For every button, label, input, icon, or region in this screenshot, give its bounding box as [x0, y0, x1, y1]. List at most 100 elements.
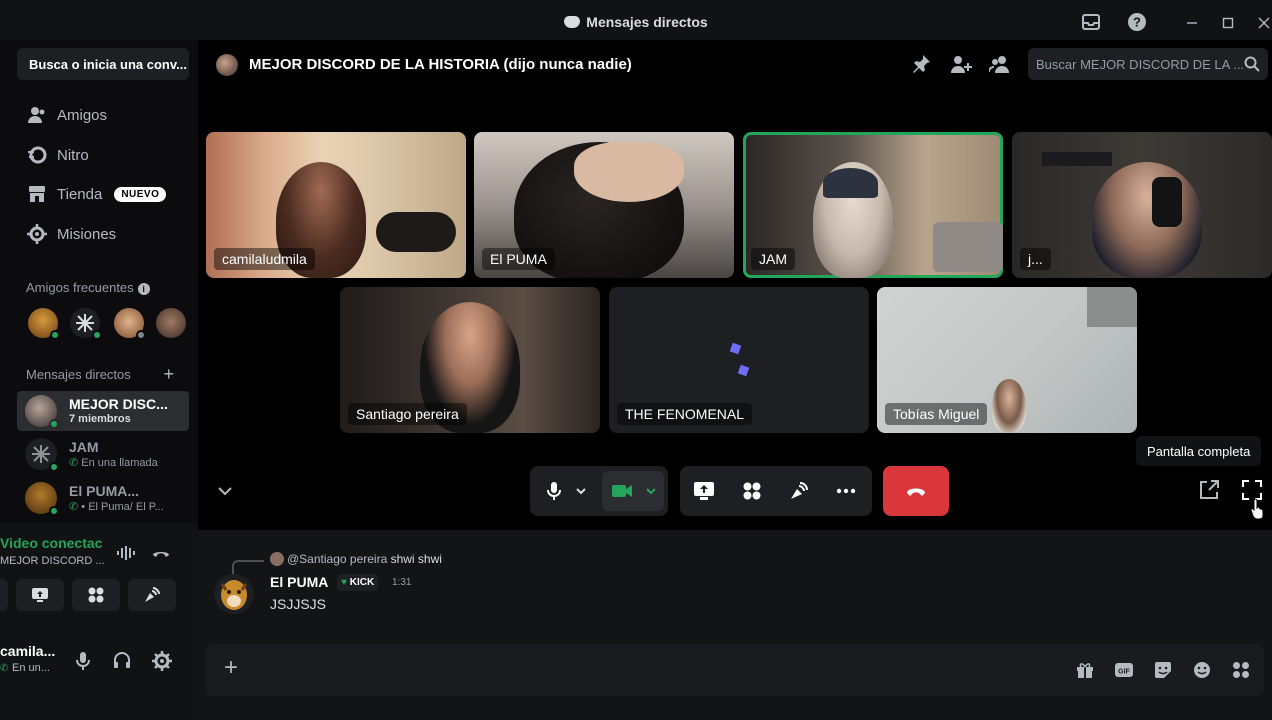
video-tile-jam[interactable]: JAM — [743, 132, 1003, 278]
dm-item-jam[interactable]: JAM ✆ En una llamada — [17, 434, 189, 474]
message-author[interactable]: El PUMA — [270, 574, 328, 590]
soundboard-button[interactable] — [128, 579, 176, 611]
cap-image — [823, 168, 878, 198]
nav-item-label: Nitro — [57, 146, 89, 164]
avatar[interactable] — [70, 308, 102, 340]
dm-name: MEJOR DISC... — [69, 396, 168, 412]
avatar[interactable] — [28, 308, 60, 340]
more-options-icon[interactable] — [830, 475, 862, 507]
chat-area: @Santiago pereira shwi shwi El PUMA ♥ KI… — [198, 530, 1272, 720]
nav-item-shop[interactable]: Tienda NUEVO — [17, 176, 189, 212]
chevron-down-icon[interactable] — [570, 475, 592, 507]
info-icon[interactable]: i — [137, 283, 150, 295]
user-panel: camila... En un... ✆ — [0, 633, 198, 720]
shop-icon — [25, 182, 49, 206]
popout-icon[interactable] — [1198, 479, 1220, 506]
nav-item-quests[interactable]: Misiones — [17, 216, 189, 252]
nav-item-friends[interactable]: Amigos — [17, 97, 189, 133]
reply-author: @Santiago pereira — [287, 552, 388, 566]
headphones-image — [1152, 177, 1182, 227]
minimize-icon[interactable] — [1180, 12, 1204, 36]
video-tile-el-puma[interactable]: El PUMA — [474, 132, 734, 278]
activities-button[interactable] — [72, 579, 120, 611]
video-tile-santiago-pereira[interactable]: Santiago pereira — [340, 287, 600, 433]
nav-item-label: Tienda — [57, 185, 103, 203]
video-tile-j[interactable]: j... — [1012, 132, 1272, 278]
gif-icon[interactable]: GIF — [1114, 660, 1134, 680]
create-dm-icon[interactable]: + — [163, 364, 174, 385]
inbox-icon[interactable] — [1079, 12, 1103, 36]
avatar[interactable] — [156, 308, 186, 338]
nitro-icon — [25, 143, 49, 167]
frequent-friends-label: Amigos frecuentes — [26, 280, 134, 295]
reply-text: shwi shwi — [390, 552, 442, 566]
apps-icon[interactable] — [1231, 660, 1251, 680]
nav-item-label: Misiones — [57, 225, 117, 243]
find-conversation-button[interactable]: Busca o inicia una conv... — [17, 48, 189, 80]
online-status-icon — [49, 419, 59, 429]
participant-name: Tobías Miguel — [885, 403, 988, 425]
message-composer[interactable]: + GIF — [206, 644, 1264, 696]
settings-gear-icon[interactable] — [152, 651, 172, 676]
add-friends-to-dm-icon[interactable] — [950, 54, 972, 79]
phone-icon: ✆ — [0, 663, 9, 674]
emoji-icon[interactable] — [1192, 660, 1212, 680]
dm-members: 7 miembros — [69, 413, 131, 425]
member-list-icon[interactable] — [988, 54, 1011, 79]
noise-suppression-icon[interactable] — [116, 545, 136, 565]
maximize-icon[interactable] — [1216, 12, 1240, 36]
headphones-icon[interactable] — [113, 651, 131, 674]
disconnect-call-button[interactable] — [883, 466, 949, 516]
nav-item-label: Amigos — [57, 106, 108, 124]
voice-channel-name[interactable]: MEJOR DISCORD ... — [0, 555, 105, 567]
microphone-image — [376, 212, 456, 252]
close-icon[interactable] — [1252, 12, 1272, 36]
camera-button[interactable] — [0, 579, 8, 611]
gift-icon[interactable] — [1075, 660, 1095, 680]
video-tile-tobias-miguel[interactable]: Tobías Miguel — [877, 287, 1137, 433]
search-input[interactable]: Buscar MEJOR DISCORD DE LA ... — [1028, 48, 1268, 80]
participant-video — [1092, 162, 1202, 278]
sticker-icon[interactable] — [1153, 660, 1173, 680]
online-status-icon — [49, 506, 59, 516]
group-avatar — [25, 395, 59, 429]
participant-name: Santiago pereira — [348, 403, 467, 425]
channel-header: MEJOR DISCORD DE LA HISTORIA (dijo nunca… — [198, 40, 1272, 88]
bed-image — [933, 222, 1003, 272]
group-dm-title[interactable]: MEJOR DISCORD DE LA HISTORIA (dijo nunca… — [249, 56, 632, 73]
server-tag[interactable]: ♥ KICK — [337, 574, 379, 591]
dm-status: ✆ • El Puma/ El P... — [69, 500, 164, 513]
heart-icon: ♥ — [341, 577, 347, 588]
avatar — [25, 482, 59, 516]
video-tile-the-fenomenal[interactable]: THE FENOMENAL — [609, 287, 869, 433]
camera-icon[interactable] — [606, 475, 638, 507]
activities-icon[interactable] — [736, 475, 768, 507]
dm-status: ✆ En una llamada — [69, 456, 158, 469]
reply-reference[interactable]: @Santiago pereira shwi shwi — [270, 552, 442, 566]
screen-share-button[interactable] — [16, 579, 64, 611]
screen-share-icon[interactable] — [688, 475, 720, 507]
upload-plus-icon[interactable]: + — [224, 656, 238, 680]
chevron-down-icon[interactable] — [640, 475, 662, 507]
microphone-icon[interactable] — [538, 475, 570, 507]
quests-icon — [25, 222, 49, 246]
dm-item-el-puma[interactable]: El PUMA... ✆ • El Puma/ El P... — [17, 478, 189, 518]
phone-icon: ✆ — [69, 457, 82, 469]
nav-item-nitro[interactable]: Nitro — [17, 137, 189, 173]
friends-icon — [25, 103, 49, 127]
collapse-chevron-icon[interactable] — [216, 482, 234, 505]
disconnect-icon[interactable] — [151, 545, 171, 565]
search-icon — [1244, 56, 1260, 75]
microphone-icon[interactable] — [75, 651, 91, 676]
dm-item-group[interactable]: MEJOR DISC... 7 miembros — [17, 391, 189, 431]
help-icon[interactable]: ? — [1125, 12, 1149, 36]
video-tile-camilaludmila[interactable]: camilaludmila — [206, 132, 466, 278]
pin-icon[interactable] — [911, 54, 931, 79]
group-avatar — [216, 54, 238, 76]
soundboard-icon[interactable] — [783, 475, 815, 507]
message-avatar[interactable] — [214, 574, 254, 614]
participant-name: El PUMA — [482, 248, 555, 270]
username[interactable]: camila... — [0, 643, 55, 659]
online-status-icon — [49, 462, 59, 472]
avatar[interactable] — [114, 308, 146, 340]
